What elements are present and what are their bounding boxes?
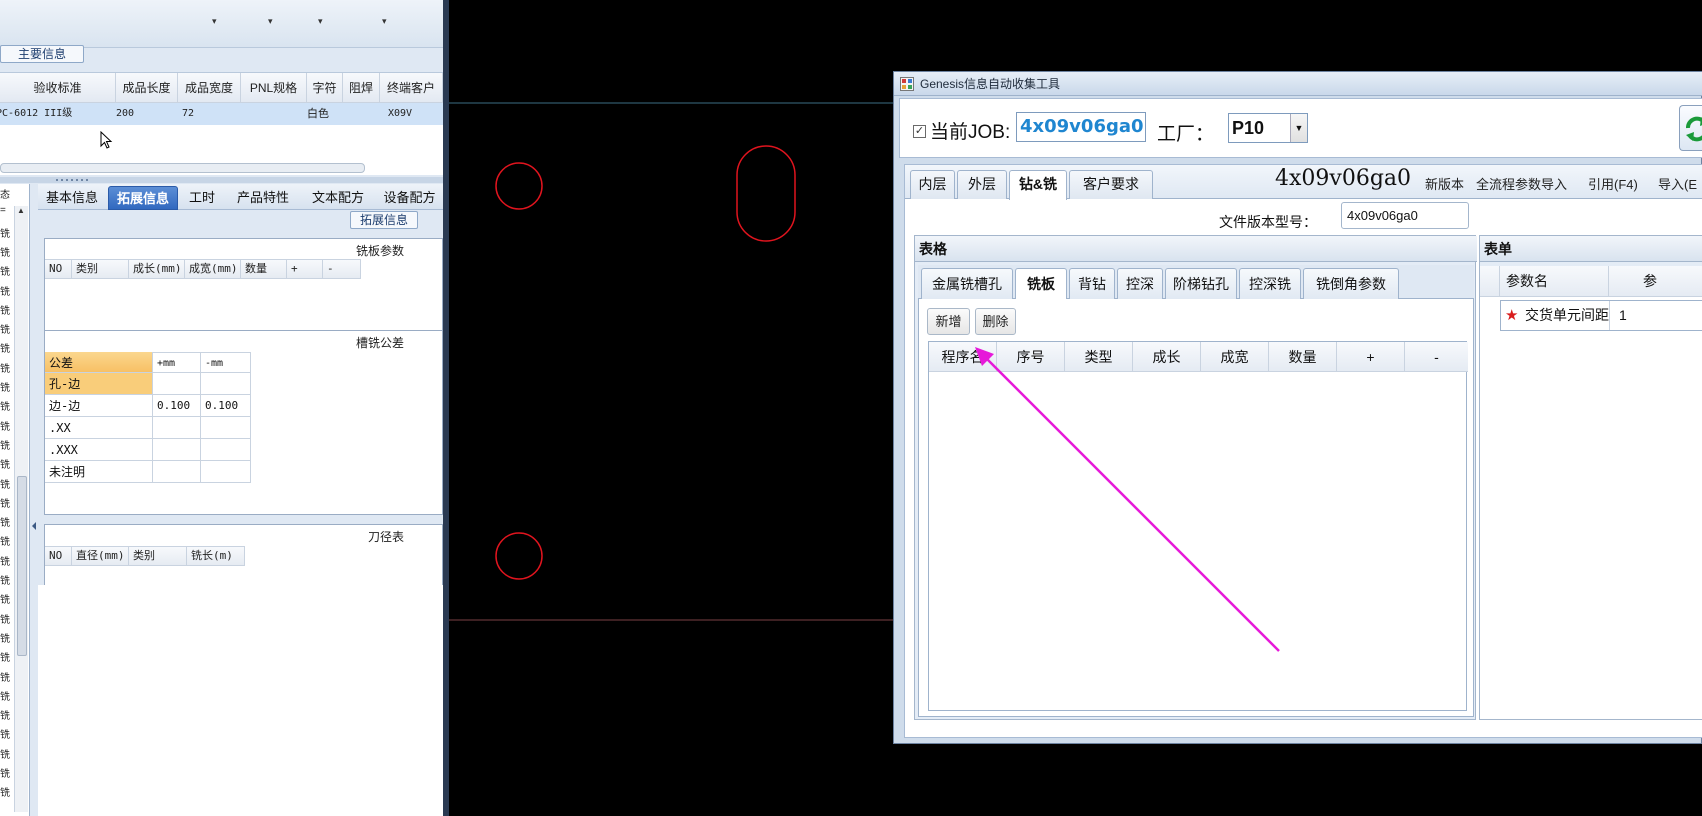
annotation-overlay	[975, 347, 1280, 652]
annotation-arrow	[982, 354, 1280, 652]
